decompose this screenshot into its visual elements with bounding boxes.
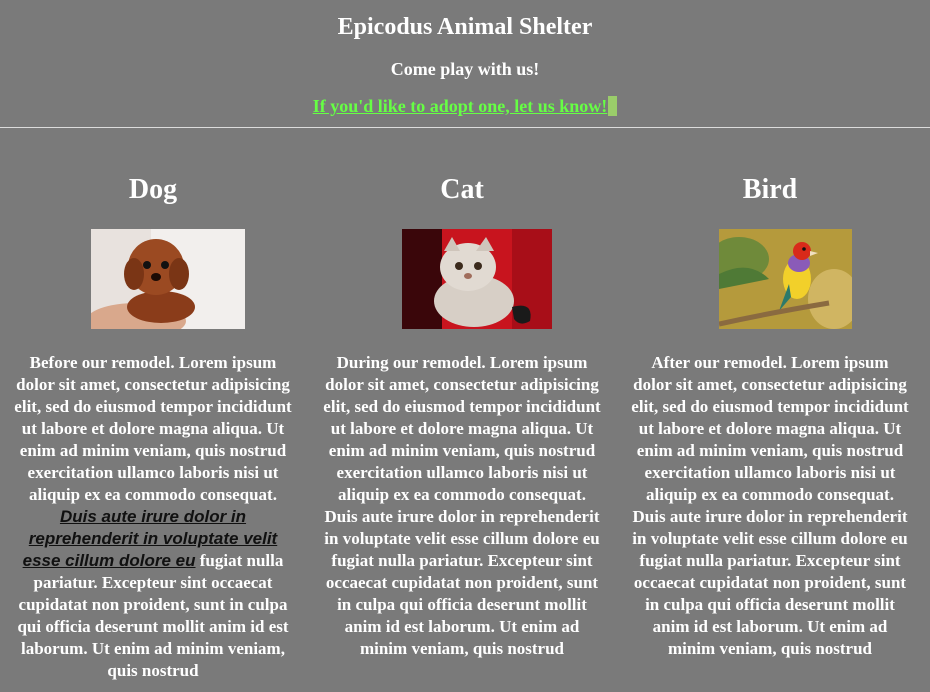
- text-cursor: [608, 96, 618, 116]
- page-header: Epicodus Animal Shelter Come play with u…: [0, 0, 930, 128]
- animal-description: Before our remodel. Lorem ipsum dolor si…: [14, 353, 292, 680]
- cat-photo: [402, 229, 552, 329]
- adopt-link[interactable]: If you'd like to adopt one, let us know!: [313, 96, 608, 116]
- dog-photo: [91, 229, 245, 329]
- animal-columns: Dog Before our remodel. Lorem ipsum dolo…: [0, 128, 930, 692]
- page-title: Epicodus Animal Shelter: [337, 14, 593, 40]
- adopt-line: If you'd like to adopt one, let us know!: [0, 96, 930, 117]
- animal-description: After our remodel. Lorem ipsum dolor sit…: [631, 353, 909, 658]
- bird-photo: [719, 229, 852, 329]
- animal-name: Cat: [440, 174, 484, 205]
- tagline: Come play with us!: [390, 59, 540, 79]
- animal-name: Dog: [128, 174, 178, 205]
- animal-description: During our remodel. Lorem ipsum dolor si…: [323, 353, 601, 658]
- animal-name: Bird: [742, 174, 798, 205]
